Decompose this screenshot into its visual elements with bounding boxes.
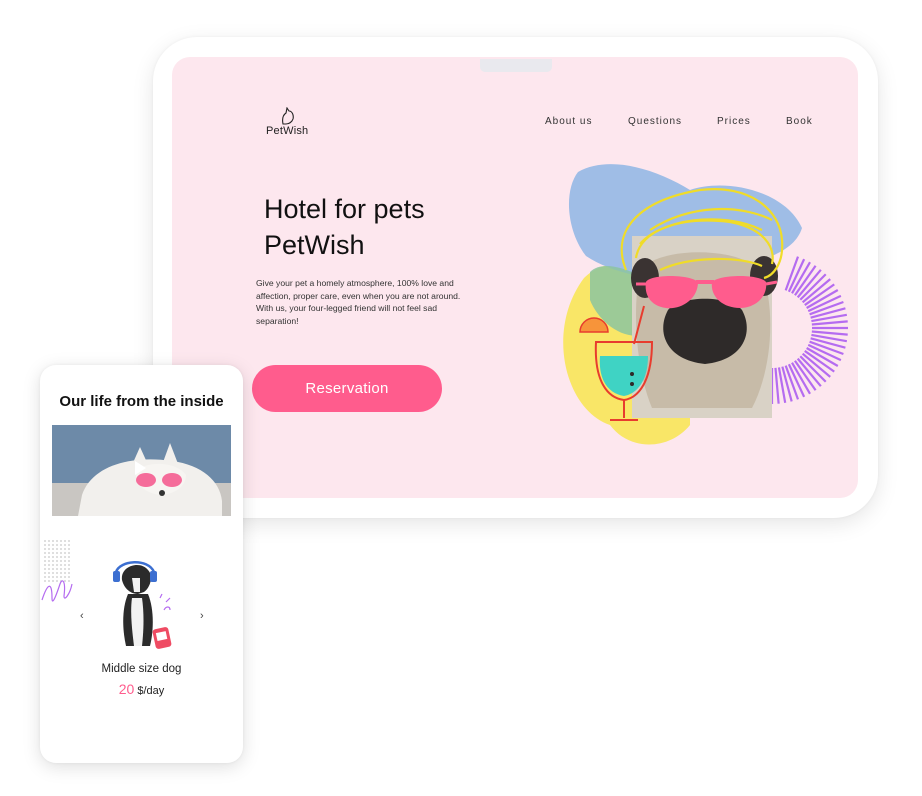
nav-link-questions[interactable]: Questions — [628, 116, 682, 127]
price-value: 20 — [118, 681, 135, 697]
hero-title: Hotel for pets PetWish — [264, 191, 504, 263]
product-price: 20 $/day — [40, 681, 243, 699]
hero-pug-illustration — [563, 164, 848, 445]
nav-link-book[interactable]: Book — [786, 116, 813, 127]
phone-device: Our life from the inside ‹ › Middle size… — [40, 365, 243, 763]
purple-squiggle-doodle — [41, 580, 73, 602]
cat-logo-icon — [282, 107, 294, 125]
product-name: Middle size dog — [101, 663, 182, 675]
hero-description: Give your pet a homely atmosphere, 100% … — [256, 278, 461, 326]
dog-with-headphones-image — [113, 561, 172, 649]
carousel-prev-arrow[interactable]: ‹ — [80, 610, 84, 622]
nav-link-about[interactable]: About us — [545, 116, 592, 127]
phone-section-title: Our life from the inside — [59, 393, 224, 410]
nav-link-prices[interactable]: Prices — [717, 116, 751, 127]
logo[interactable]: PetWish — [266, 107, 312, 139]
carousel-next-arrow[interactable]: › — [200, 610, 204, 622]
logo-text: PetWish — [266, 125, 309, 137]
tablet-camera-notch — [480, 59, 552, 72]
price-unit: $/day — [137, 685, 165, 697]
video-player[interactable] — [52, 425, 231, 516]
play-icon[interactable] — [135, 461, 146, 475]
hero-title-line-1: Hotel for pets — [264, 194, 425, 224]
reservation-button[interactable]: Reservation — [252, 365, 442, 412]
hero-title-line-2: PetWish — [264, 230, 365, 260]
